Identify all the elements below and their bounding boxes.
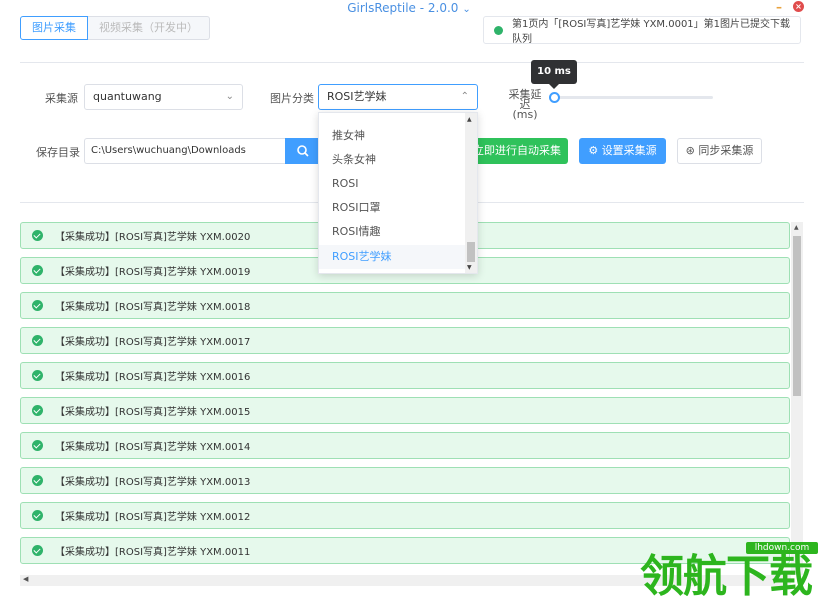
list-item-text: 【采集成功】[ROSI写真]艺学妹 YXM.0014 xyxy=(55,442,251,453)
check-circle-icon xyxy=(32,440,43,451)
list-item-text: 【采集成功】[ROSI写真]艺学妹 YXM.0016 xyxy=(55,372,251,383)
check-circle-icon xyxy=(32,475,43,486)
list-item: 【采集成功】[ROSI写真]艺学妹 YXM.0015 xyxy=(20,397,790,424)
notification-toast: 第1页内「[ROSI写真]艺学妹 YXM.0001」第1图片已提交下载队列 xyxy=(483,16,801,45)
sync-source-label: 同步采集源 xyxy=(698,144,754,157)
auto-collect-button[interactable]: 立即进行自动采集 xyxy=(466,138,568,164)
list-item-text: 【采集成功】[ROSI写真]艺学妹 YXM.0017 xyxy=(55,337,251,348)
check-circle-icon xyxy=(32,510,43,521)
watermark-text: 领航下载 xyxy=(640,551,813,596)
chevron-down-icon: ⌄ xyxy=(225,91,234,102)
notification-text: 第1页内「[ROSI写真]艺学妹 YXM.0001」第1图片已提交下载队列 xyxy=(512,19,791,45)
dropdown-item[interactable]: ROSI情趣 xyxy=(319,220,467,244)
dropdown-item[interactable]: ROSI xyxy=(319,172,467,196)
log-scrollbar[interactable]: ▲ xyxy=(791,222,803,575)
delay-slider-handle[interactable] xyxy=(549,92,560,103)
dropdown-item[interactable]: 头条女神 xyxy=(319,148,467,172)
scroll-up-icon[interactable]: ▲ xyxy=(794,224,799,231)
search-icon xyxy=(297,145,309,157)
divider xyxy=(20,62,804,63)
tab-video-collect[interactable]: 视频采集（开发中） xyxy=(88,16,210,40)
mode-tabs: 图片采集 视频采集（开发中） xyxy=(20,16,210,40)
browse-button[interactable] xyxy=(285,138,321,164)
scroll-left-icon[interactable]: ◀ xyxy=(23,575,28,583)
log-scrollbar-thumb[interactable] xyxy=(793,236,801,396)
check-circle-icon xyxy=(32,545,43,556)
log-list: 【采集成功】[ROSI写真]艺学妹 YXM.0020 【采集成功】[ROSI写真… xyxy=(20,222,804,586)
check-circle-icon xyxy=(32,370,43,381)
scroll-up-icon[interactable]: ▲ xyxy=(467,116,472,123)
app-title[interactable]: GirlsReptile - 2.0.0 ⌄ xyxy=(0,1,818,15)
scroll-down-icon[interactable]: ▼ xyxy=(467,264,472,271)
minimize-button[interactable]: – xyxy=(776,0,782,14)
list-item-text: 【采集成功】[ROSI写真]艺学妹 YXM.0019 xyxy=(55,267,251,278)
gear-icon: ⚙ xyxy=(588,144,599,157)
save-dir-input[interactable]: C:\Users\wuchuang\Downloads xyxy=(84,138,286,164)
dropdown-item[interactable]: ROSI口罩 xyxy=(319,196,467,220)
check-circle-icon xyxy=(32,230,43,241)
status-dot-icon xyxy=(494,25,503,35)
category-dropdown: 推女神 头条女神 ROSI ROSI口罩 ROSI情趣 ROSI艺学妹 ▲ ▼ xyxy=(318,112,478,274)
close-button[interactable]: × xyxy=(793,1,804,12)
watermark-url: lhdown.com xyxy=(746,542,818,554)
check-circle-icon xyxy=(32,335,43,346)
list-item: 【采集成功】[ROSI写真]艺学妹 YXM.0016 xyxy=(20,362,790,389)
dropdown-item-selected[interactable]: ROSI艺学妹 xyxy=(319,245,467,269)
dropdown-scrollbar[interactable]: ▲ ▼ xyxy=(465,113,477,273)
sync-icon: ⊛ xyxy=(685,144,695,157)
source-label: 采集源 xyxy=(45,92,78,105)
check-circle-icon xyxy=(32,300,43,311)
delay-label-unit: (ms) xyxy=(512,108,538,121)
list-item-text: 【采集成功】[ROSI写真]艺学妹 YXM.0015 xyxy=(55,407,251,418)
check-circle-icon xyxy=(32,265,43,276)
list-item: 【采集成功】[ROSI写真]艺学妹 YXM.0018 xyxy=(20,292,790,319)
dropdown-item[interactable]: 推女神 xyxy=(319,124,467,148)
dropdown-item-partial[interactable] xyxy=(319,113,467,123)
list-item-text: 【采集成功】[ROSI写真]艺学妹 YXM.0020 xyxy=(55,232,251,243)
category-select[interactable]: ROSI艺学妹 ⌃ xyxy=(318,84,478,110)
sync-source-button[interactable]: ⊛ 同步采集源 xyxy=(677,138,762,164)
app-title-text: GirlsReptile - 2.0.0 xyxy=(347,1,459,15)
delay-label: 采集延迟 (ms) xyxy=(505,88,545,121)
delay-label-text: 采集延迟 xyxy=(508,88,542,111)
source-select-value: quantuwang xyxy=(93,90,162,103)
set-source-button[interactable]: ⚙ 设置采集源 xyxy=(579,138,666,164)
list-item-text: 【采集成功】[ROSI写真]艺学妹 YXM.0018 xyxy=(55,302,251,313)
dropdown-scrollbar-thumb[interactable] xyxy=(467,242,475,262)
delay-slider-track[interactable] xyxy=(553,96,713,99)
list-item: 【采集成功】[ROSI写真]艺学妹 YXM.0013 xyxy=(20,467,790,494)
save-dir-label: 保存目录 xyxy=(36,146,80,159)
check-circle-icon xyxy=(32,405,43,416)
list-item: 【采集成功】[ROSI写真]艺学妹 YXM.0014 xyxy=(20,432,790,459)
set-source-label: 设置采集源 xyxy=(601,144,657,157)
list-item-text: 【采集成功】[ROSI写真]艺学妹 YXM.0013 xyxy=(55,477,251,488)
source-select[interactable]: quantuwang ⌄ xyxy=(84,84,243,110)
list-item: 【采集成功】[ROSI写真]艺学妹 YXM.0012 xyxy=(20,502,790,529)
list-item: 【采集成功】[ROSI写真]艺学妹 YXM.0017 xyxy=(20,327,790,354)
chevron-down-icon[interactable]: ⌄ xyxy=(462,4,470,15)
list-item-text: 【采集成功】[ROSI写真]艺学妹 YXM.0012 xyxy=(55,512,251,523)
list-item-text: 【采集成功】[ROSI写真]艺学妹 YXM.0011 xyxy=(55,547,251,558)
delay-tooltip: 10 ms xyxy=(531,60,577,89)
chevron-up-icon: ⌃ xyxy=(460,91,469,102)
category-label: 图片分类 xyxy=(270,92,314,105)
tab-image-collect[interactable]: 图片采集 xyxy=(20,16,88,40)
category-select-value: ROSI艺学妹 xyxy=(327,90,387,103)
